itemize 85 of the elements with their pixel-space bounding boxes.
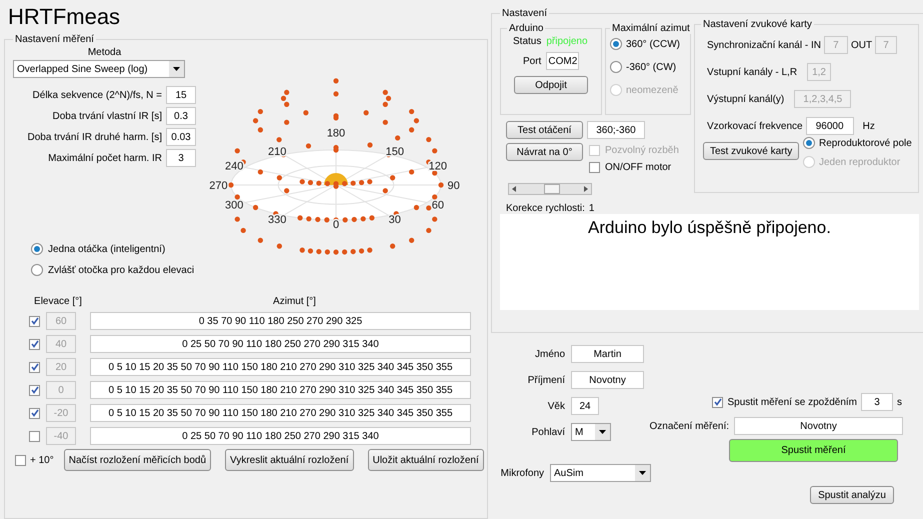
text-field[interactable]: 24 <box>571 397 599 415</box>
azimuth-field[interactable]: 0 25 50 70 90 110 180 250 270 290 315 340 <box>90 335 471 353</box>
azimuth-label: 150 <box>386 146 404 158</box>
rate-field[interactable]: 96000 <box>806 117 854 135</box>
option-label: + 10° <box>30 454 54 466</box>
azimuth-field[interactable]: 0 25 50 70 90 110 180 250 270 290 315 340 <box>90 427 471 445</box>
azimuth-label: 300 <box>224 200 244 212</box>
text-field[interactable]: Martin <box>571 345 644 363</box>
azimuth-label: 0 <box>332 219 340 232</box>
field-label: Jméno <box>534 348 565 360</box>
field-label: Status <box>513 36 542 47</box>
layout-button[interactable]: Uložit aktuální rozložení <box>368 449 484 471</box>
azimuth-label: 30 <box>388 214 401 226</box>
field-label: Korekce rychlosti: <box>506 203 585 214</box>
layout-button[interactable]: Načíst rozložení měřicích bodů <box>64 449 212 471</box>
option-label: Pozvolný rozběh <box>605 145 679 156</box>
app-title: HRTFmeas <box>7 3 122 31</box>
group-title: Nastavení zvukové karty <box>702 19 813 30</box>
azimuth-label: 270 <box>209 180 228 192</box>
rotation-field[interactable]: 360;-360 <box>587 121 645 139</box>
option-label: Zvlášť otočka pro každou elevaci <box>48 264 194 276</box>
field-label: Maximální počet harm. IR <box>48 152 162 164</box>
status-text: připojeno <box>546 36 588 47</box>
group-title: Maximální azimut <box>611 23 691 34</box>
azimuth-label: 210 <box>268 146 286 158</box>
option-label: Jedna otáčka (inteligentní) <box>48 244 166 254</box>
azimuth-field[interactable]: 0 5 10 15 20 35 50 70 90 110 150 180 210 270 290 310 325 340 345 350 355 <box>90 358 471 376</box>
azimuth-label: 180 <box>326 128 346 140</box>
column-header: Elevace [°] <box>34 296 82 307</box>
column-header: Azimut [°] <box>273 296 316 307</box>
field-label: Označení měření: <box>650 420 729 432</box>
speed-value: 1 <box>588 203 594 214</box>
status-message: Arduino bylo úspěšně připojeno. <box>588 218 831 239</box>
field-label: Doba trvání vlastní IR [s] <box>52 110 162 122</box>
azimuth-field[interactable]: 0 5 10 15 20 35 50 70 90 110 150 180 210 270 290 310 325 340 345 350 355 <box>90 381 471 399</box>
option-label: ON/OFF motor <box>605 162 672 173</box>
group-title: Nastavení měření <box>14 34 95 45</box>
measurement-name-field[interactable]: Novotny <box>734 417 903 435</box>
rotation-test-button[interactable]: Test otáčení <box>506 121 583 139</box>
azimuth-label: 240 <box>224 160 244 172</box>
field-label: Pohlaví <box>530 426 565 438</box>
option-label: -360° (CW) <box>626 62 676 72</box>
field-label: Synchronizační kanál - IN <box>707 40 821 50</box>
azimuth-label: 330 <box>268 214 286 226</box>
method-select[interactable]: Overlapped Sine Sweep (log) <box>13 60 185 78</box>
disconnect-button[interactable]: Odpojit <box>514 76 588 94</box>
azimuth-label: 120 <box>428 160 448 172</box>
group-title: Nastavení <box>501 8 548 19</box>
unit-label: Hz <box>862 120 875 132</box>
azimuth-field[interactable]: 0 5 10 15 20 35 50 70 90 110 150 180 210 270 290 310 325 340 345 350 355 <box>90 404 471 422</box>
field-label: Vstupní kanály - L,R <box>707 66 798 78</box>
port-field[interactable]: COM2 <box>546 52 580 70</box>
number-field[interactable]: 0.3 <box>166 107 196 125</box>
field-label: OUT <box>850 40 872 50</box>
sound-test-button[interactable]: Test zvukové karty <box>703 142 799 160</box>
option-label: 360° (CCW) <box>626 38 680 50</box>
number-field[interactable]: 15 <box>166 86 196 104</box>
field-label: Výstupní kanál(y) <box>707 94 784 104</box>
field-label: Port <box>523 56 542 66</box>
microphone-select[interactable]: AuSim <box>550 464 651 482</box>
home-button[interactable]: Návrat na 0° <box>506 143 583 161</box>
option-label: Reproduktorové pole <box>819 138 912 148</box>
option-label: neomezeně <box>626 84 678 96</box>
azimuth-label: 90 <box>447 180 460 192</box>
unit-label: s <box>897 396 902 408</box>
azimuth-label: 60 <box>432 200 444 212</box>
field-label: Mikrofony <box>500 468 544 478</box>
text-field[interactable]: Novotny <box>571 371 644 389</box>
field-label: Doba trvání IR druhé harm. [s] <box>27 132 162 142</box>
field-label: Vzorkovací frekvence <box>707 120 803 132</box>
option-label: Spustit měření se zpožděním <box>727 396 857 408</box>
field-label: Délka sekvence (2^N)/fs, N = <box>32 90 162 100</box>
gender-select[interactable]: M <box>571 423 611 441</box>
number-field[interactable]: 3 <box>166 149 196 167</box>
analysis-button[interactable]: Spustit analýzu <box>810 486 894 504</box>
layout-button[interactable]: Vykreslit aktuální rozložení <box>225 449 354 471</box>
field-label: Metoda <box>88 47 122 58</box>
azimuth-field[interactable]: 0 35 70 90 110 180 250 270 290 325 <box>90 312 471 330</box>
field-label: Věk <box>546 400 565 412</box>
field-label: Příjmení <box>526 374 565 386</box>
start-button[interactable]: Spustit měření <box>729 439 898 462</box>
group-title: Arduino <box>508 23 544 34</box>
option-label: Jeden reproduktor <box>819 156 900 168</box>
number-field[interactable]: 0.03 <box>166 128 196 146</box>
delay-field[interactable]: 3 <box>861 393 893 411</box>
